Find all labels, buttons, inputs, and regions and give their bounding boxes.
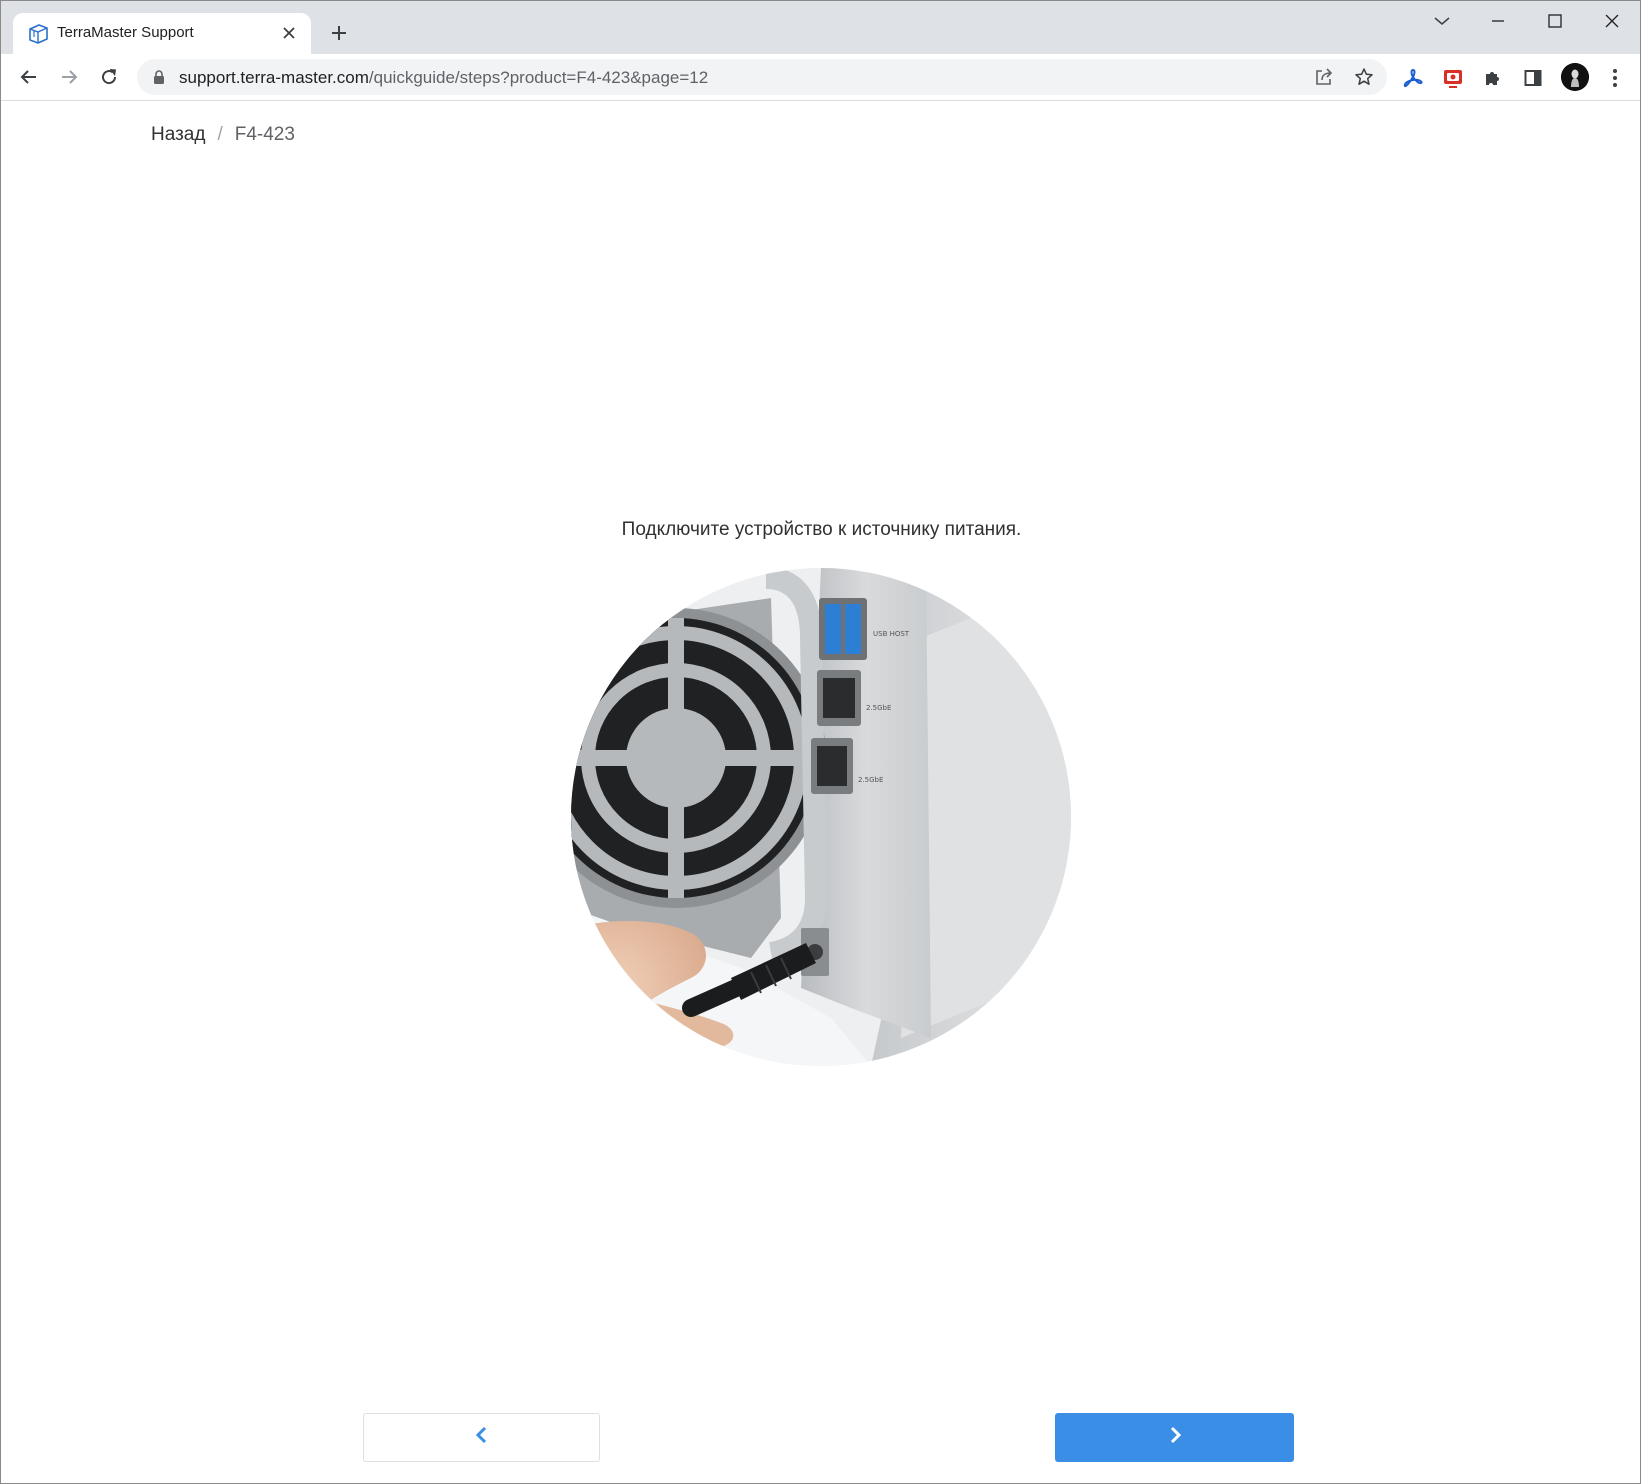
browser-window: TerraMaster Support support.terra-master…: [0, 0, 1641, 1484]
tab-terramaster-support[interactable]: TerraMaster Support: [13, 13, 311, 54]
url-path: /quickguide/steps?product=F4-423&page=12: [368, 68, 709, 87]
address-bar[interactable]: support.terra-master.com/quickguide/step…: [137, 59, 1387, 95]
port-label-usb-host: USB HOST: [873, 630, 910, 638]
forward-arrow-icon[interactable]: [52, 60, 86, 94]
breadcrumb-separator: /: [217, 124, 223, 145]
breadcrumb: Назад / F4-423: [151, 124, 295, 146]
breadcrumb-current: F4-423: [234, 124, 295, 145]
side-panel-icon[interactable]: [1517, 62, 1549, 94]
url-text[interactable]: support.terra-master.com/quickguide/step…: [179, 68, 708, 88]
breadcrumb-back-link[interactable]: Назад: [151, 124, 205, 145]
minimize-icon[interactable]: [1475, 5, 1521, 37]
previous-step-button[interactable]: [363, 1413, 600, 1462]
tab-title: TerraMaster Support: [57, 24, 194, 41]
profile-avatar[interactable]: [1561, 63, 1589, 91]
port-label-lan-1: 2.5GbE: [866, 704, 891, 712]
tab-search-chevron-icon[interactable]: [1419, 5, 1465, 37]
share-icon[interactable]: [1309, 62, 1339, 92]
tab-close-icon[interactable]: [277, 21, 301, 45]
url-host: support.terra-master.com: [179, 68, 369, 87]
screen-recorder-extension-icon[interactable]: [1437, 62, 1469, 94]
browser-toolbar: support.terra-master.com/quickguide/step…: [1, 54, 1640, 101]
tab-strip: TerraMaster Support: [1, 1, 1640, 54]
maximize-icon[interactable]: [1532, 5, 1578, 37]
chevron-left-icon: [475, 1426, 489, 1449]
acrobat-extension-icon[interactable]: [1397, 62, 1429, 94]
star-icon[interactable]: [1349, 62, 1379, 92]
next-step-button[interactable]: [1055, 1413, 1294, 1462]
terramaster-logo-icon: [27, 23, 49, 45]
chevron-right-icon: [1168, 1426, 1182, 1449]
lock-icon[interactable]: [151, 69, 167, 85]
back-arrow-icon[interactable]: [12, 60, 46, 94]
kebab-menu-icon[interactable]: [1599, 62, 1631, 94]
step-instruction: Подключите устройство к источнику питани…: [621, 519, 1022, 540]
nas-power-connection-photo: USB HOST 2.5GbE 2.5GbE: [571, 568, 1071, 1066]
close-window-icon[interactable]: [1589, 5, 1635, 37]
puzzle-icon[interactable]: [1477, 62, 1509, 94]
reload-icon[interactable]: [92, 60, 126, 94]
page-content: Назад / F4-423 Подключите устройство к ист…: [1, 102, 1640, 1483]
new-tab-plus-icon[interactable]: [325, 19, 353, 47]
port-label-lan-2: 2.5GbE: [858, 776, 883, 784]
